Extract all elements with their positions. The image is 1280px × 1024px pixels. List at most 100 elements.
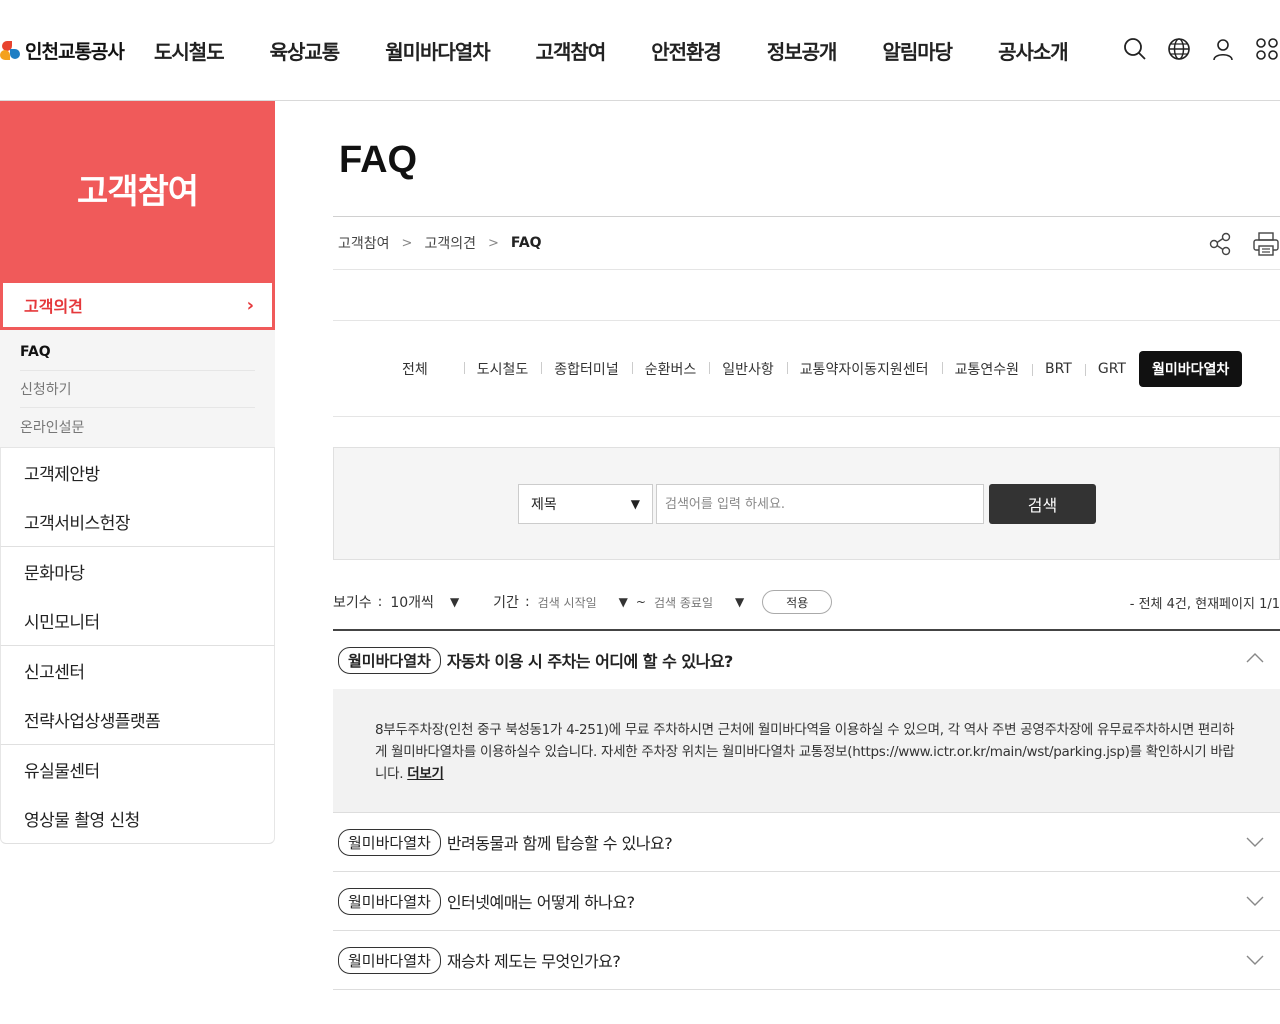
sidebar-item-report-center[interactable]: 신고센터: [1, 646, 274, 695]
page-title: FAQ: [339, 139, 418, 181]
site-logo[interactable]: 인천교통공사: [0, 33, 125, 67]
caret-down-icon[interactable]: ▼: [735, 595, 744, 609]
search-field-select[interactable]: 제목 ▼: [518, 484, 653, 524]
nav-item-wolmi-train[interactable]: 월미바다열차: [385, 36, 490, 65]
caret-down-icon: ▼: [630, 497, 640, 511]
site-header: 인천교통공사 도시철도 육상교통 월미바다열차 고객참여 안전환경 정보공개 알…: [0, 0, 1280, 101]
faq-question: 자동차 이용 시 주차는 어디에 할 수 있나요?: [446, 652, 734, 671]
sidebar-subitem-faq[interactable]: FAQ: [20, 334, 255, 371]
chevron-right-icon: >: [487, 235, 499, 251]
tab-circular-bus[interactable]: 순환버스: [631, 359, 710, 379]
sidebar-item-filming-request[interactable]: 영상물 촬영 신청: [1, 794, 274, 843]
faq-item: 월미바다열차 자동차 이용 시 주차는 어디에 할 수 있나요? 8부두주차장(…: [333, 631, 1280, 813]
tab-general[interactable]: 일반사항: [709, 359, 787, 379]
sidebar-item-citizen-monitor[interactable]: 시민모니터: [1, 596, 274, 645]
faq-category-badge: 월미바다열차: [338, 646, 441, 674]
search-panel: 제목 ▼ 검색: [333, 447, 1280, 560]
chevron-right-icon: ›: [246, 294, 254, 316]
sidebar: 고객참여 고객의견 › FAQ 신청하기 온라인설문 고객제안방 고객서비스헌장…: [0, 101, 275, 844]
nav-item-ground-transport[interactable]: 육상교통: [270, 36, 341, 65]
date-range-separator: ~: [635, 595, 646, 609]
logo-mark-icon: [0, 39, 22, 61]
nav-item-safety[interactable]: 안전환경: [651, 36, 722, 65]
faq-answer-text: 8부두주차장(인천 중구 북성동1가 4-251)에 무료 주차하시면 근처에 …: [375, 722, 1235, 782]
faq-item: 월미바다열차 반려동물과 함께 탑승할 수 있나요?: [333, 813, 1280, 872]
tab-brt[interactable]: BRT: [1031, 361, 1085, 377]
sidebar-title: 고객참여: [76, 171, 199, 212]
end-date-field[interactable]: 검색 종료일: [654, 594, 713, 611]
logo-text: 인천교통공사: [25, 40, 125, 63]
tab-grt[interactable]: GRT: [1084, 361, 1139, 377]
sidebar-item-suggestion[interactable]: 고객제안방: [1, 448, 274, 497]
sidebar-active-label: 고객의견: [24, 297, 83, 316]
caret-down-icon[interactable]: ▼: [619, 595, 628, 609]
faq-item: 월미바다열차 인터넷예매는 어떻게 하나요?: [333, 872, 1280, 931]
tab-urban-railway[interactable]: 도시철도: [463, 359, 542, 379]
sidebar-item-culture[interactable]: 문화마당: [1, 547, 274, 596]
chevron-down-icon: [1246, 837, 1264, 847]
sidebar-item-lost-found[interactable]: 유실물센터: [1, 745, 274, 794]
chevron-down-icon: [1246, 955, 1264, 965]
tab-mobility-center[interactable]: 교통약자이동지원센터: [786, 359, 942, 379]
sitemap-grid-icon[interactable]: [1254, 36, 1280, 62]
chevron-up-icon: [1246, 653, 1264, 663]
faq-question-toggle[interactable]: 월미바다열차 자동차 이용 시 주차는 어디에 할 수 있나요?: [333, 631, 1280, 689]
sidebar-submenu: FAQ 신청하기 온라인설문: [0, 330, 275, 448]
faq-more-link[interactable]: 더보기: [407, 766, 444, 782]
sidebar-item-strategy-platform[interactable]: 전략사업상생플랫폼: [1, 695, 274, 744]
globe-icon[interactable]: [1166, 36, 1192, 62]
header-utilities: [1122, 36, 1280, 62]
faq-question-toggle[interactable]: 월미바다열차 인터넷예매는 어떻게 하나요?: [333, 872, 1280, 930]
main-navigation: 도시철도 육상교통 월미바다열차 고객참여 안전환경 정보공개 알림마당 공사소…: [154, 0, 1114, 100]
search-icon[interactable]: [1122, 36, 1148, 62]
print-icon[interactable]: [1252, 230, 1280, 258]
nav-item-notice[interactable]: 알림마당: [882, 36, 953, 65]
tab-wolmi-train[interactable]: 월미바다열차: [1138, 350, 1243, 387]
faq-question: 인터넷예매는 어떻게 하나요?: [446, 893, 635, 912]
faq-category-badge: 월미바다열차: [338, 946, 441, 974]
nav-item-customer[interactable]: 고객참여: [536, 36, 607, 65]
breadcrumb-bar: 고객참여 > 고객의견 > FAQ: [333, 216, 1280, 270]
caret-down-icon[interactable]: ▼: [450, 595, 459, 609]
period-label: 기간: [493, 595, 519, 611]
faq-question: 재승차 제도는 무엇인가요?: [446, 952, 621, 971]
sidebar-group: 문화마당 시민모니터: [0, 547, 275, 646]
breadcrumb: 고객참여 > 고객의견 > FAQ: [333, 233, 542, 253]
share-icon[interactable]: [1206, 230, 1234, 258]
faq-item: 월미바다열차 재승차 제도는 무엇인가요?: [333, 931, 1280, 990]
breadcrumb-item[interactable]: 고객의견: [424, 233, 476, 253]
result-count: - 전체 4건, 현재페이지 1/1: [1129, 596, 1280, 612]
faq-category-badge: 월미바다열차: [338, 828, 441, 856]
breadcrumb-current: FAQ: [510, 235, 542, 251]
faq-category-badge: 월미바다열차: [338, 887, 441, 915]
nav-item-disclosure[interactable]: 정보공개: [767, 36, 838, 65]
list-filter: 보기수 : 10개씩 ▼ 기간 : 검색 시작일 ▼ ~ 검색 종료일 ▼ 적용…: [333, 587, 1280, 617]
sidebar-header: 고객참여: [0, 101, 275, 283]
category-tabs: 전체 도시철도 종합터미널 순환버스 일반사항 교통약자이동지원센터 교통연수원…: [333, 320, 1280, 417]
sidebar-group: 고객제안방 고객서비스헌장: [0, 448, 275, 547]
faq-question-toggle[interactable]: 월미바다열차 재승차 제도는 무엇인가요?: [333, 931, 1280, 989]
sidebar-item-service-charter[interactable]: 고객서비스헌장: [1, 497, 274, 546]
nav-item-urban-railway[interactable]: 도시철도: [154, 36, 225, 65]
sidebar-subitem-survey[interactable]: 온라인설문: [20, 408, 255, 445]
tab-terminal[interactable]: 종합터미널: [541, 359, 631, 379]
breadcrumb-item[interactable]: 고객참여: [338, 233, 390, 253]
faq-list: 월미바다열차 자동차 이용 시 주차는 어디에 할 수 있나요? 8부두주차장(…: [333, 629, 1280, 990]
apply-button[interactable]: 적용: [762, 590, 833, 614]
sidebar-item-customer-opinion[interactable]: 고객의견 ›: [0, 283, 275, 330]
chevron-down-icon: [1246, 896, 1264, 906]
tab-all[interactable]: 전체: [389, 359, 464, 379]
tab-training-institute[interactable]: 교통연수원: [941, 359, 1032, 379]
start-date-field[interactable]: 검색 시작일: [538, 594, 597, 611]
faq-answer: 8부두주차장(인천 중구 북성동1가 4-251)에 무료 주차하시면 근처에 …: [333, 689, 1280, 812]
sidebar-group: 신고센터 전략사업상생플랫폼: [0, 646, 275, 745]
user-icon[interactable]: [1210, 36, 1236, 62]
search-button[interactable]: 검색: [989, 484, 1096, 524]
page-size-value[interactable]: 10개씩: [390, 592, 434, 612]
page-tools: [1206, 230, 1280, 258]
nav-item-about[interactable]: 공사소개: [998, 36, 1069, 65]
search-field-value: 제목: [531, 497, 557, 513]
search-input[interactable]: [656, 484, 984, 524]
sidebar-subitem-apply[interactable]: 신청하기: [20, 371, 255, 408]
faq-question-toggle[interactable]: 월미바다열차 반려동물과 함께 탑승할 수 있나요?: [333, 813, 1280, 871]
